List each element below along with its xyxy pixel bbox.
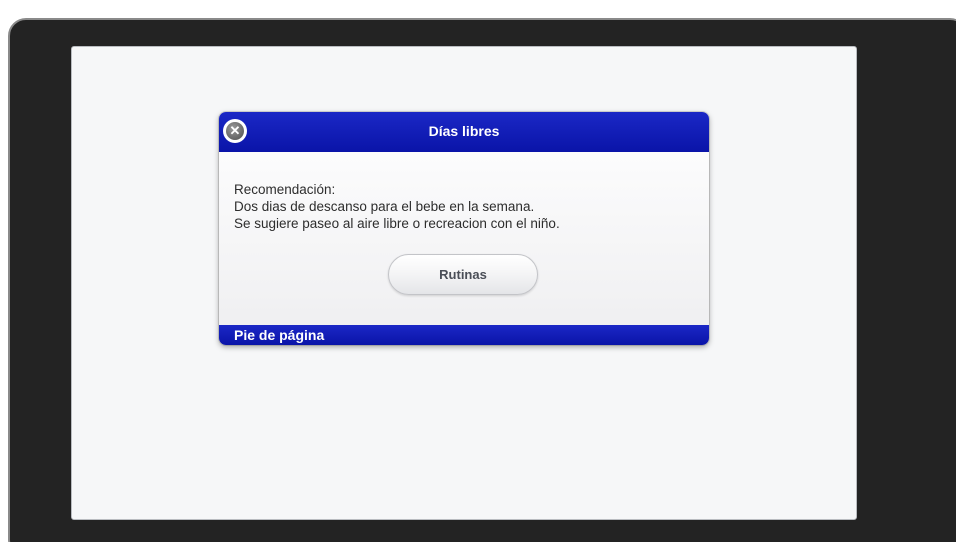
dialog-footer: Pie de página [219, 325, 709, 345]
close-icon: ✕ [226, 122, 244, 140]
message-line-suggestion: Se sugiere paseo al aire libre o recreac… [234, 216, 560, 231]
dias-libres-dialog: Días libres ✕ Recomendación: Dos dias de… [219, 112, 709, 345]
dialog-title: Días libres [428, 123, 500, 139]
dialog-header: Días libres ✕ [219, 112, 709, 152]
message-line-rest-days: Dos dias de descanso para el bebe en la … [234, 199, 535, 214]
dialog-message: Recomendación: Dos dias de descanso para… [234, 181, 694, 232]
footer-text: Pie de página [234, 327, 325, 343]
message-line-recommendation: Recomendación: [234, 182, 336, 197]
rutinas-button[interactable]: Rutinas [388, 254, 538, 295]
close-button[interactable]: ✕ [223, 119, 247, 143]
